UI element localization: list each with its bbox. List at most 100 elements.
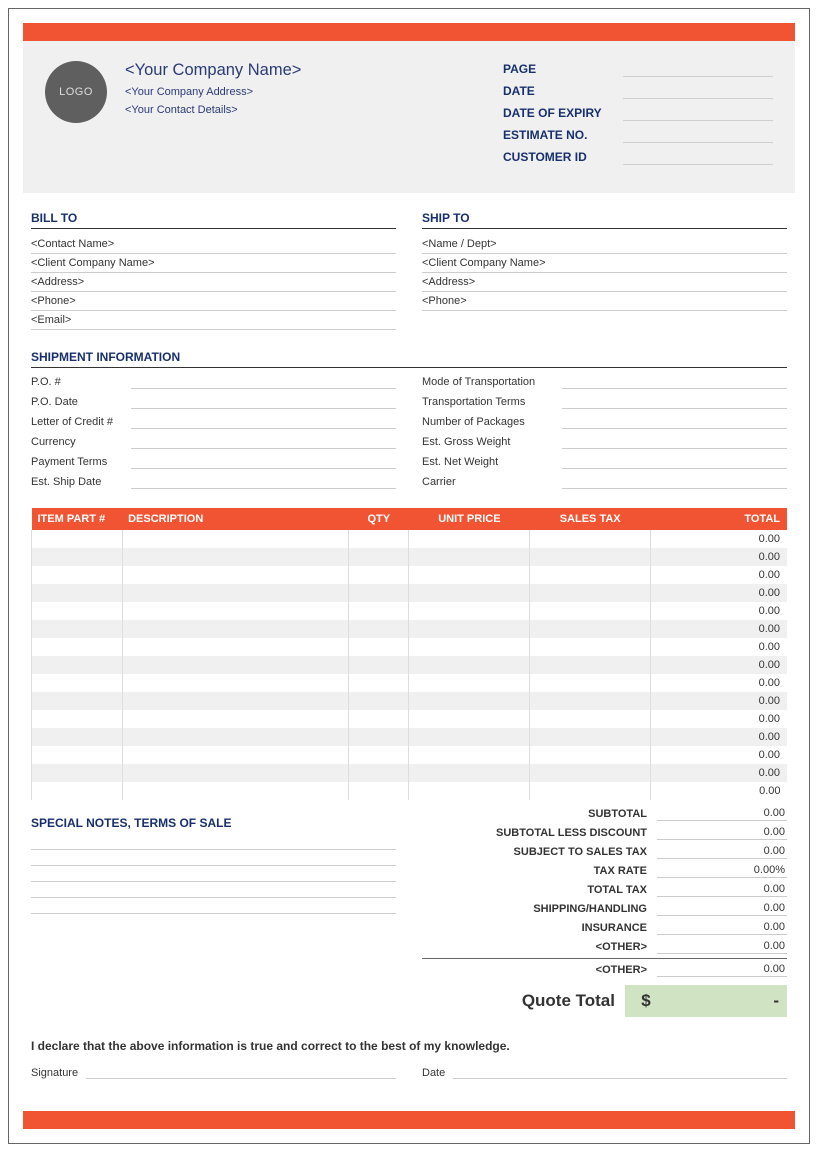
other2-value[interactable]: 0.00: [657, 962, 787, 977]
company-contact[interactable]: <Your Contact Details>: [125, 104, 485, 116]
table-cell[interactable]: [409, 638, 530, 656]
table-cell[interactable]: [349, 584, 409, 602]
table-cell[interactable]: [122, 782, 349, 800]
table-row[interactable]: 0.00: [32, 692, 787, 710]
table-cell[interactable]: [530, 602, 651, 620]
insurance-value[interactable]: 0.00: [657, 920, 787, 935]
table-cell[interactable]: 0.00: [651, 584, 787, 602]
table-row[interactable]: 0.00: [32, 674, 787, 692]
table-row[interactable]: 0.00: [32, 710, 787, 728]
ship-field[interactable]: [562, 395, 787, 409]
table-cell[interactable]: [32, 764, 123, 782]
table-cell[interactable]: [32, 656, 123, 674]
table-cell[interactable]: [32, 584, 123, 602]
ship-field[interactable]: [131, 395, 396, 409]
bill-address[interactable]: <Address>: [31, 273, 396, 292]
table-cell[interactable]: [122, 674, 349, 692]
table-cell[interactable]: [32, 674, 123, 692]
table-cell[interactable]: [122, 764, 349, 782]
table-cell[interactable]: [122, 530, 349, 548]
table-cell[interactable]: [530, 764, 651, 782]
table-cell[interactable]: [32, 602, 123, 620]
table-cell[interactable]: [32, 530, 123, 548]
table-row[interactable]: 0.00: [32, 782, 787, 800]
table-cell[interactable]: [349, 710, 409, 728]
table-row[interactable]: 0.00: [32, 638, 787, 656]
table-cell[interactable]: [122, 728, 349, 746]
ship-field[interactable]: [131, 475, 396, 489]
table-row[interactable]: 0.00: [32, 656, 787, 674]
table-cell[interactable]: [32, 548, 123, 566]
table-cell[interactable]: [122, 692, 349, 710]
table-cell[interactable]: 0.00: [651, 764, 787, 782]
bill-company[interactable]: <Client Company Name>: [31, 254, 396, 273]
table-cell[interactable]: [122, 548, 349, 566]
other2-label[interactable]: <OTHER>: [422, 964, 657, 976]
ship-name[interactable]: <Name / Dept>: [422, 235, 787, 254]
signature-line[interactable]: [86, 1061, 396, 1079]
ship-field[interactable]: [131, 435, 396, 449]
table-cell[interactable]: [349, 728, 409, 746]
ship-field[interactable]: [562, 435, 787, 449]
ship-field[interactable]: [562, 455, 787, 469]
table-cell[interactable]: [349, 764, 409, 782]
bill-phone[interactable]: <Phone>: [31, 292, 396, 311]
ship-field[interactable]: [562, 475, 787, 489]
table-cell[interactable]: 0.00: [651, 710, 787, 728]
ship-company[interactable]: <Client Company Name>: [422, 254, 787, 273]
customer-value[interactable]: [623, 149, 773, 165]
note-line[interactable]: [31, 834, 396, 850]
ship-field[interactable]: [131, 375, 396, 389]
other1-label[interactable]: <OTHER>: [422, 941, 657, 953]
table-row[interactable]: 0.00: [32, 746, 787, 764]
bill-email[interactable]: <Email>: [31, 311, 396, 330]
table-cell[interactable]: [32, 728, 123, 746]
note-line[interactable]: [31, 898, 396, 914]
table-cell[interactable]: [409, 746, 530, 764]
table-cell[interactable]: [349, 674, 409, 692]
table-cell[interactable]: [409, 602, 530, 620]
shipping-value[interactable]: 0.00: [657, 901, 787, 916]
table-row[interactable]: 0.00: [32, 620, 787, 638]
expiry-value[interactable]: [623, 105, 773, 121]
table-cell[interactable]: [530, 746, 651, 764]
ship-field[interactable]: [562, 415, 787, 429]
table-cell[interactable]: [409, 782, 530, 800]
taxrate-value[interactable]: 0.00%: [657, 863, 787, 878]
table-cell[interactable]: [349, 656, 409, 674]
ship-field[interactable]: [131, 455, 396, 469]
table-cell[interactable]: [122, 602, 349, 620]
table-row[interactable]: 0.00: [32, 764, 787, 782]
note-line[interactable]: [31, 850, 396, 866]
table-cell[interactable]: [32, 710, 123, 728]
other1-value[interactable]: 0.00: [657, 939, 787, 954]
page-value[interactable]: [623, 61, 773, 77]
table-row[interactable]: 0.00: [32, 584, 787, 602]
table-cell[interactable]: [409, 710, 530, 728]
table-cell[interactable]: [349, 746, 409, 764]
company-address[interactable]: <Your Company Address>: [125, 86, 485, 98]
table-cell[interactable]: [32, 566, 123, 584]
table-cell[interactable]: 0.00: [651, 602, 787, 620]
table-cell[interactable]: [349, 548, 409, 566]
ship-address[interactable]: <Address>: [422, 273, 787, 292]
table-cell[interactable]: [409, 764, 530, 782]
table-cell[interactable]: [122, 656, 349, 674]
note-line[interactable]: [31, 866, 396, 882]
table-cell[interactable]: [32, 782, 123, 800]
table-cell[interactable]: [409, 692, 530, 710]
ship-field[interactable]: [562, 375, 787, 389]
table-cell[interactable]: [409, 548, 530, 566]
table-cell[interactable]: 0.00: [651, 566, 787, 584]
table-row[interactable]: 0.00: [32, 566, 787, 584]
note-line[interactable]: [31, 882, 396, 898]
table-row[interactable]: 0.00: [32, 728, 787, 746]
table-cell[interactable]: [32, 692, 123, 710]
table-cell[interactable]: [530, 530, 651, 548]
table-cell[interactable]: [122, 638, 349, 656]
table-cell[interactable]: [349, 602, 409, 620]
table-cell[interactable]: [32, 746, 123, 764]
bill-contact[interactable]: <Contact Name>: [31, 235, 396, 254]
ship-phone[interactable]: <Phone>: [422, 292, 787, 311]
table-cell[interactable]: [122, 620, 349, 638]
